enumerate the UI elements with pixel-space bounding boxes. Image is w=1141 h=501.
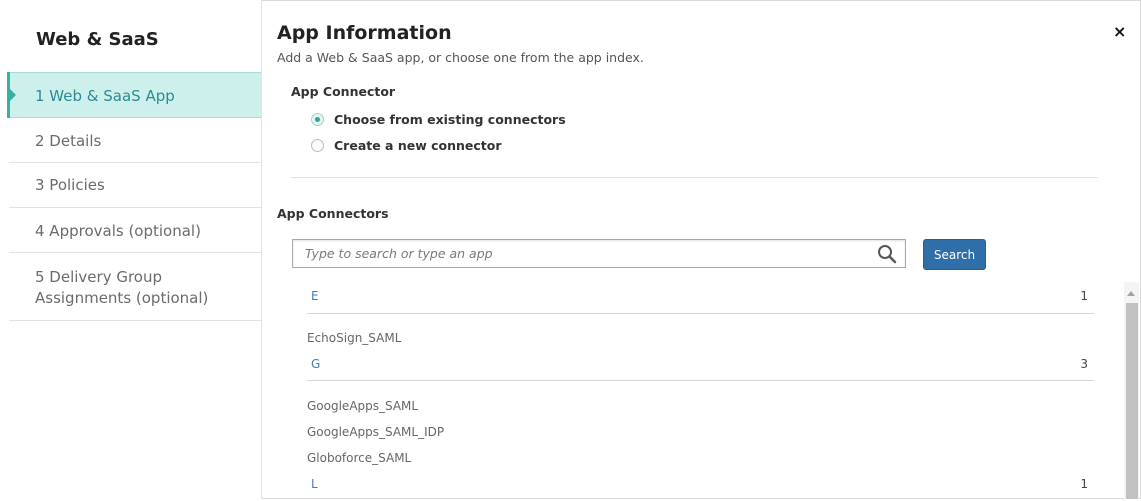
sidebar-step-approvals[interactable]: 4 Approvals (optional) [9, 208, 261, 253]
group-count: 1 [1080, 289, 1088, 303]
page-subtitle: Add a Web & SaaS app, or choose one from… [277, 50, 644, 65]
radio-unselected-icon[interactable] [311, 138, 324, 152]
sidebar-step-delivery-group-assignments[interactable]: 5 Delivery Group Assignments (optional) [9, 253, 261, 321]
sidebar-step-web-saas-app[interactable]: 1 Web & SaaS App [9, 72, 261, 118]
sidebar: Web & SaaS 1 Web & SaaS App 2 Details 3 … [0, 0, 262, 499]
radio-label: Create a new connector [334, 137, 502, 153]
search-button[interactable]: Search [923, 239, 986, 270]
sidebar-step-label: 3 Policies [35, 176, 105, 194]
list-item-googleapps-saml[interactable]: GoogleApps_SAML [307, 399, 418, 413]
sidebar-step-policies[interactable]: 3 Policies [9, 163, 261, 208]
search-icon[interactable] [877, 244, 897, 264]
sidebar-step-label: 1 Web & SaaS App [35, 87, 175, 105]
group-divider [307, 380, 1094, 381]
sidebar-step-label: 4 Approvals (optional) [35, 222, 201, 240]
radio-choose-existing[interactable]: Choose from existing connectors [311, 110, 566, 128]
scrollbar-thumb[interactable] [1126, 303, 1138, 499]
page-title: App Information [277, 22, 452, 44]
group-header-g[interactable]: G 3 [307, 347, 1094, 381]
group-header-e[interactable]: E 1 [307, 279, 1094, 313]
search-input[interactable] [293, 240, 868, 267]
active-step-arrow-icon [10, 89, 16, 101]
close-icon[interactable]: × [1113, 22, 1126, 41]
sidebar-step-label: 2 Details [35, 132, 102, 150]
app-connector-label: App Connector [291, 84, 396, 99]
group-letter: L [311, 477, 318, 491]
sidebar-step-details[interactable]: 2 Details [9, 118, 261, 163]
section-divider [291, 177, 1098, 178]
scroll-up-arrow-icon[interactable] [1127, 291, 1135, 296]
sidebar-title: Web & SaaS [36, 29, 159, 50]
group-count: 3 [1080, 357, 1088, 371]
group-letter: G [311, 357, 321, 371]
radio-create-new[interactable]: Create a new connector [311, 136, 502, 154]
group-letter: E [311, 289, 319, 303]
radio-label: Choose from existing connectors [334, 111, 566, 127]
list-item-globoforce-saml[interactable]: Globoforce_SAML [307, 451, 411, 465]
group-count: 1 [1080, 477, 1088, 491]
connector-list: E 1 EchoSign_SAML G 3 GoogleApps_SAML Go… [307, 279, 1094, 499]
group-divider [307, 313, 1094, 314]
sidebar-step-label: 5 Delivery Group Assignments (optional) [35, 268, 209, 307]
radio-selected-icon[interactable] [311, 112, 324, 126]
app-connectors-label: App Connectors [277, 206, 389, 221]
list-item-googleapps-saml-idp[interactable]: GoogleApps_SAML_IDP [307, 425, 444, 439]
group-header-l[interactable]: L 1 [307, 467, 1094, 501]
list-item-echosign-saml[interactable]: EchoSign_SAML [307, 331, 401, 345]
main-panel: App Information Add a Web & SaaS app, or… [262, 0, 1141, 499]
search-field [292, 239, 906, 268]
